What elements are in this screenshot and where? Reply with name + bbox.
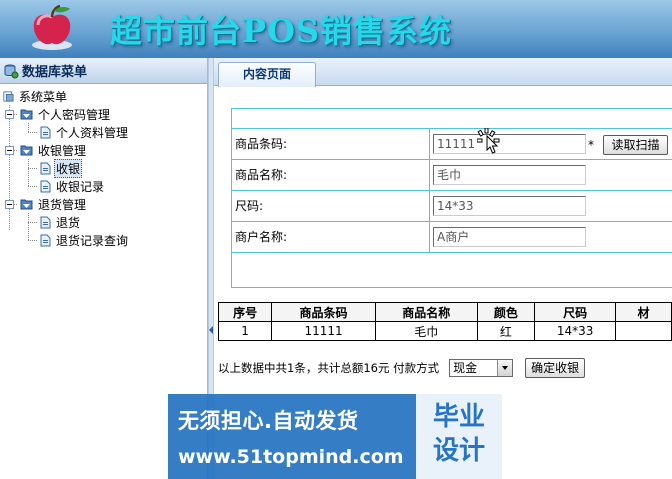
collapse-toggle-icon[interactable] xyxy=(5,199,14,209)
sidebar-item-profile[interactable]: 个人资料管理 xyxy=(0,123,207,141)
folder-open-icon xyxy=(20,145,33,156)
watermark-banner: 无须担心.自动发货 www.51topmind.com 毕业 设计 xyxy=(168,394,502,479)
tree-group-password[interactable]: 个人密码管理 xyxy=(0,105,207,123)
apple-logo-icon xyxy=(32,4,72,50)
form-row-merchant: 商户名称: A商户 xyxy=(232,222,672,253)
checkout-form: 商品条码: 11111 * 读取扫描 商品名称: 毛巾 尺码: 14*33 商户… xyxy=(231,108,672,288)
column-header: 尺码 xyxy=(534,302,617,322)
sidebar-item-label: 个人资料管理 xyxy=(56,125,129,140)
tree-root-label: 系统菜单 xyxy=(19,89,68,104)
app-header: 超市前台POS销售系统 xyxy=(0,0,672,58)
page-icon xyxy=(40,162,51,174)
column-header: 材 xyxy=(615,302,672,322)
sidebar-item-checkout-records[interactable]: 收银记录 xyxy=(0,177,207,195)
page-icon xyxy=(40,126,51,138)
sidebar-item-return[interactable]: 退货 xyxy=(0,213,207,231)
required-mark: * xyxy=(588,138,594,152)
summary-text: 以上数据中共1条，共计总额16元 付款方式 xyxy=(218,361,440,375)
form-row-barcode: 商品条码: 11111 * 读取扫描 xyxy=(232,129,672,160)
tree-root[interactable]: 系统菜单 xyxy=(0,87,207,105)
barcode-label: 商品条码: xyxy=(232,129,430,159)
chevron-down-icon[interactable] xyxy=(497,360,513,376)
sidebar-title: 数据库菜单 xyxy=(22,65,88,80)
collapse-toggle-icon[interactable] xyxy=(5,109,14,119)
payment-method-select[interactable]: 现金 xyxy=(449,359,514,377)
watermark-text-panel: 无须担心.自动发货 www.51topmind.com xyxy=(168,394,416,479)
column-header: 商品条码 xyxy=(271,302,376,322)
tab-content-page[interactable]: 内容页面 xyxy=(218,62,316,87)
tree-group-label: 退货管理 xyxy=(38,197,87,212)
watermark-badge-line2: 设计 xyxy=(432,436,485,466)
folder-open-icon xyxy=(20,109,33,120)
merchant-label: 商户名称: xyxy=(232,222,430,252)
menu-root-icon xyxy=(3,90,14,102)
menu-tree: 系统菜单 个人密码管理 个人资料管理 收银管理 收银 收银记录 退货管理 退货 … xyxy=(0,84,207,249)
table-cell: 11111 xyxy=(271,321,376,341)
form-row-name: 商品名称: 毛巾 xyxy=(232,160,672,191)
page-icon xyxy=(40,180,51,192)
confirm-checkout-button[interactable]: 确定收银 xyxy=(525,358,586,378)
table-row: 1 11111 毛巾 红 14*33 xyxy=(217,321,672,341)
watermark-badge-line1: 毕业 xyxy=(432,402,485,432)
watermark-badge: 毕业 设计 xyxy=(416,394,502,479)
table-cell: 红 xyxy=(476,321,536,341)
sidebar-item-label: 退货 xyxy=(56,215,81,230)
tree-group-cashier[interactable]: 收银管理 xyxy=(0,141,207,159)
watermark-url: www.51topmind.com xyxy=(178,446,404,468)
payment-method-value: 现金 xyxy=(453,361,478,375)
tree-group-returns[interactable]: 退货管理 xyxy=(0,195,207,213)
sidebar-item-checkout[interactable]: 收银 xyxy=(0,158,207,178)
sidebar-item-label: 退货记录查询 xyxy=(56,233,129,248)
form-row-size: 尺码: 14*33 xyxy=(232,191,672,222)
loading-cursor-icon xyxy=(477,128,500,154)
column-header: 序号 xyxy=(217,302,273,322)
sidebar-item-return-records[interactable]: 退货记录查询 xyxy=(0,231,207,249)
table-cell xyxy=(615,321,672,341)
app-title: 超市前台POS销售系统 xyxy=(110,12,453,50)
watermark-line1: 无须担心.自动发货 xyxy=(178,409,359,433)
sidebar-header: 数据库菜单 xyxy=(0,58,207,84)
sidebar-item-label: 收银 xyxy=(54,158,83,178)
table-cell: 14*33 xyxy=(534,321,617,341)
page-icon xyxy=(40,216,51,228)
barcode-input[interactable]: 11111 xyxy=(433,134,586,154)
tree-group-label: 个人密码管理 xyxy=(38,107,111,122)
column-header: 商品名称 xyxy=(374,302,478,322)
product-name-label: 商品名称: xyxy=(232,160,430,190)
page-icon xyxy=(40,234,51,246)
tab-bar: 内容页面 xyxy=(214,58,672,87)
merchant-field[interactable]: A商户 xyxy=(433,227,586,247)
product-name-field[interactable]: 毛巾 xyxy=(433,165,586,185)
collapse-arrow-icon[interactable] xyxy=(209,326,213,334)
column-header: 颜色 xyxy=(476,302,536,322)
form-bottom-band xyxy=(232,253,672,283)
table-cell: 1 xyxy=(217,321,273,341)
table-cell: 毛巾 xyxy=(374,321,478,341)
sidebar-item-label: 收银记录 xyxy=(56,179,105,194)
tree-group-label: 收银管理 xyxy=(38,143,87,158)
folder-open-icon xyxy=(20,199,33,210)
form-top-band xyxy=(232,109,672,129)
scan-button[interactable]: 读取扫描 xyxy=(603,135,668,155)
size-label: 尺码: xyxy=(232,191,430,221)
database-icon xyxy=(4,64,19,78)
checkout-summary: 以上数据中共1条，共计总额16元 付款方式 现金 确定收银 xyxy=(218,358,586,378)
items-table: 序号 商品条码 商品名称 颜色 尺码 材 1 11111 毛巾 红 14*33 xyxy=(217,302,672,341)
size-field[interactable]: 14*33 xyxy=(433,196,586,216)
collapse-toggle-icon[interactable] xyxy=(5,145,14,155)
table-header-row: 序号 商品条码 商品名称 颜色 尺码 材 xyxy=(217,302,672,322)
